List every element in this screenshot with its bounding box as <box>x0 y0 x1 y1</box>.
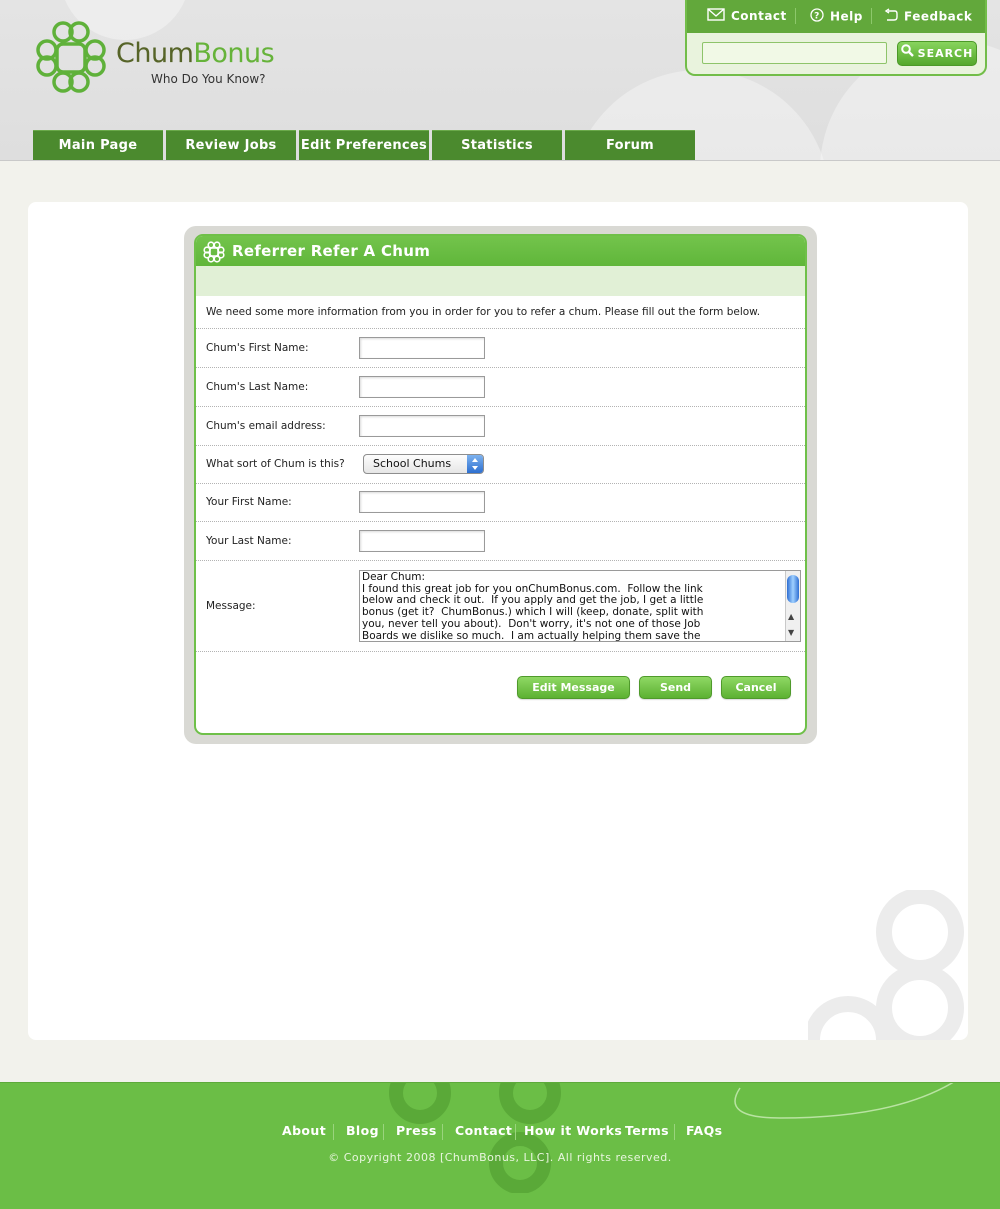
content-panel: Referrer Refer A Chum We need some more … <box>28 202 968 1040</box>
magnifier-icon <box>900 42 914 65</box>
link-separator <box>795 8 796 24</box>
chum-type-select[interactable]: School Chums <box>363 454 484 474</box>
footer-link-about[interactable]: About <box>282 1123 326 1138</box>
contact-link[interactable]: Contact <box>707 8 787 24</box>
form-intro-text: We need some more information from you i… <box>206 306 761 318</box>
edit-message-button[interactable]: Edit Message <box>517 676 630 699</box>
help-link[interactable]: ? Help <box>810 8 863 24</box>
scroll-up-arrow-icon[interactable]: ▲ <box>788 612 794 621</box>
site-footer: About Blog Press Contact How it Works Te… <box>0 1082 1000 1209</box>
brand-tagline: Who Do You Know? <box>151 72 266 86</box>
chum-first-name-input[interactable] <box>359 337 485 359</box>
message-text: Dear Chum: I found this great job for yo… <box>362 571 704 642</box>
chum-first-name-label: Chum's First Name: <box>206 342 309 354</box>
refer-form-frame: Referrer Refer A Chum We need some more … <box>184 226 817 744</box>
row-divider <box>196 445 805 446</box>
row-divider <box>196 367 805 368</box>
feedback-link-label: Feedback <box>904 9 973 24</box>
footer-link-blog[interactable]: Blog <box>346 1123 379 1138</box>
tab-edit-preferences[interactable]: Edit Preferences <box>299 130 429 160</box>
footer-link-faqs[interactable]: FAQs <box>686 1123 722 1138</box>
row-divider <box>196 560 805 561</box>
chumbonus-logo-icon <box>203 241 225 263</box>
footer-link-separator <box>442 1124 443 1140</box>
tab-statistics[interactable]: Statistics <box>432 130 562 160</box>
logo-watermark-icon <box>808 890 964 1040</box>
search-input[interactable] <box>702 42 887 64</box>
form-title: Referrer Refer A Chum <box>232 242 431 260</box>
message-label: Message: <box>206 600 256 612</box>
tab-main-page[interactable]: Main Page <box>33 130 163 160</box>
row-divider <box>196 328 805 329</box>
copyright-text: © Copyright 2008 [ChumBonus, LLC]. All r… <box>328 1151 672 1164</box>
utility-links-bar: Contact ? Help Feedback <box>687 0 985 33</box>
search-button-label: SEARCH <box>917 47 974 60</box>
scroll-down-arrow-icon[interactable]: ▼ <box>788 628 794 637</box>
brand-name: ChumBonus <box>116 38 275 69</box>
chum-type-label: What sort of Chum is this? <box>206 458 345 470</box>
send-button[interactable]: Send <box>639 676 712 699</box>
chum-type-selected-value: School Chums <box>373 457 452 470</box>
form-title-bar: Referrer Refer A Chum <box>196 236 805 266</box>
row-divider <box>196 651 805 652</box>
svg-text:?: ? <box>814 12 820 22</box>
chum-email-label: Chum's email address: <box>206 420 326 432</box>
row-divider <box>196 521 805 522</box>
question-circle-icon: ? <box>810 8 824 26</box>
link-separator <box>871 8 872 24</box>
footer-link-separator <box>674 1124 675 1140</box>
tab-forum[interactable]: Forum <box>565 130 695 160</box>
chum-email-input[interactable] <box>359 415 485 437</box>
brand-name-part2: Bonus <box>193 38 275 69</box>
refer-form: Referrer Refer A Chum We need some more … <box>194 234 807 735</box>
footer-swoosh-icon <box>734 1083 954 1119</box>
cancel-button[interactable]: Cancel <box>721 676 791 699</box>
footer-link-separator <box>515 1124 516 1140</box>
footer-link-terms[interactable]: Terms <box>625 1123 669 1138</box>
row-divider <box>196 483 805 484</box>
your-last-name-input[interactable] <box>359 530 485 552</box>
footer-link-separator <box>333 1124 334 1140</box>
row-divider <box>196 406 805 407</box>
tab-review-jobs[interactable]: Review Jobs <box>166 130 296 160</box>
chum-last-name-label: Chum's Last Name: <box>206 381 309 393</box>
undo-arrow-icon <box>884 8 898 26</box>
contact-link-label: Contact <box>731 9 787 23</box>
footer-link-press[interactable]: Press <box>396 1123 437 1138</box>
help-link-label: Help <box>830 9 863 24</box>
feedback-link[interactable]: Feedback <box>884 8 972 24</box>
scrollbar-thumb[interactable] <box>787 575 799 603</box>
footer-link-how-it-works[interactable]: How it Works <box>524 1123 622 1138</box>
footer-link-contact[interactable]: Contact <box>455 1123 512 1138</box>
footer-links: About Blog Press Contact How it Works Te… <box>0 1123 1000 1141</box>
envelope-icon <box>707 8 725 25</box>
your-first-name-label: Your First Name: <box>206 496 292 508</box>
select-arrows-icon <box>467 455 483 473</box>
site-logo[interactable]: ChumBonus Who Do You Know? <box>33 18 293 96</box>
utility-toolbox: Contact ? Help Feedback SEARCH <box>685 0 987 76</box>
site-header: ChumBonus Who Do You Know? Contact ? Hel… <box>0 0 1000 161</box>
chumbonus-logo-icon <box>36 21 106 93</box>
your-last-name-label: Your Last Name: <box>206 535 292 547</box>
message-textarea[interactable]: Dear Chum: I found this great job for yo… <box>359 570 801 642</box>
your-first-name-input[interactable] <box>359 491 485 513</box>
chum-last-name-input[interactable] <box>359 376 485 398</box>
brand-name-part1: Chum <box>116 38 194 69</box>
form-header-band <box>196 266 805 296</box>
message-scrollbar[interactable]: ▲ ▼ <box>785 571 800 641</box>
search-button[interactable]: SEARCH <box>897 41 977 66</box>
footer-link-separator <box>383 1124 384 1140</box>
